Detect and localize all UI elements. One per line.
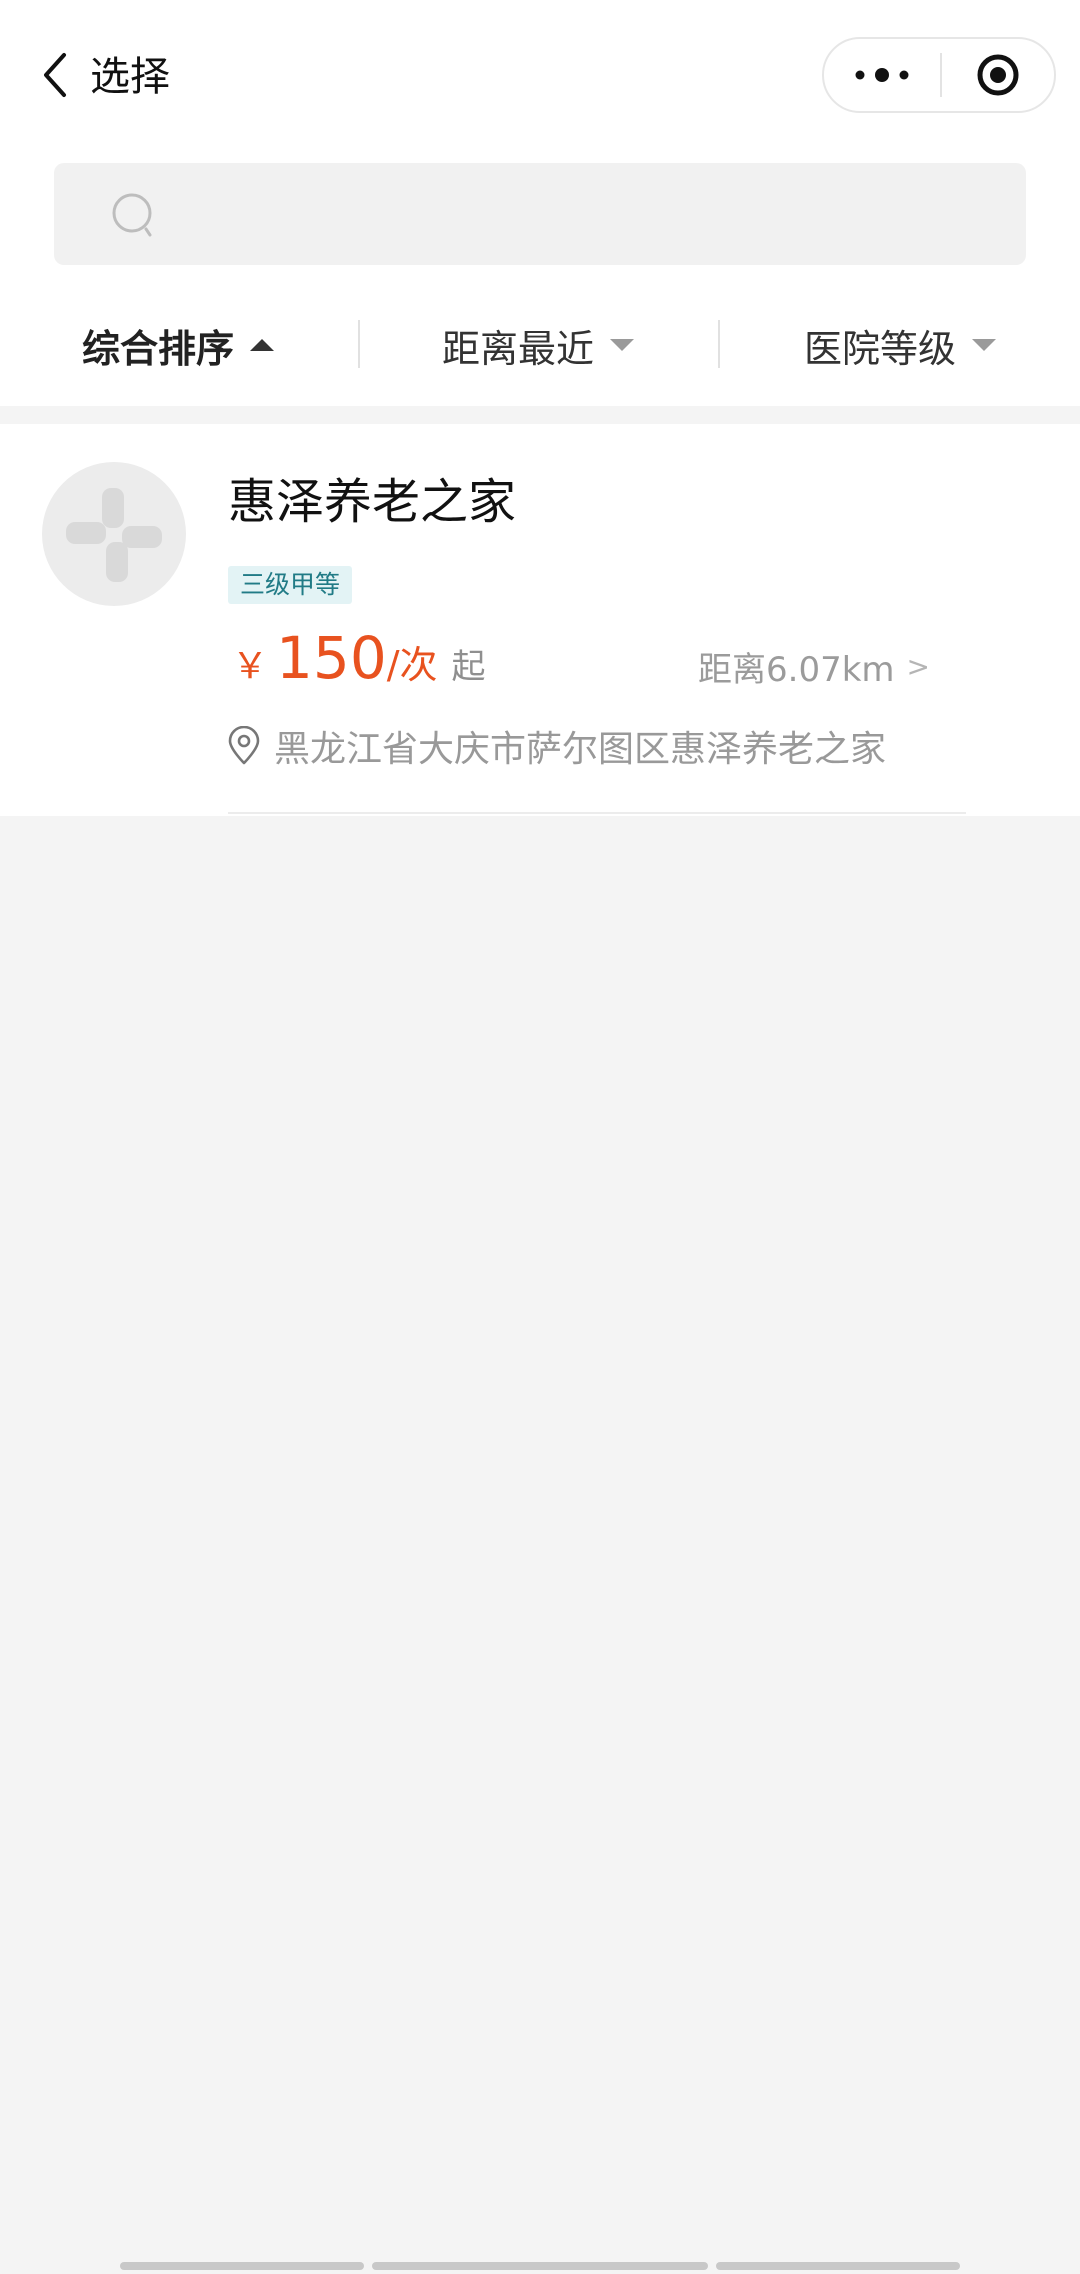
back-button[interactable] [30,40,80,110]
price-value: 150 [276,624,387,692]
filter-sort-comprehensive[interactable]: 综合排序 [82,318,275,372]
price: ￥ 150 /次 起 [232,624,486,704]
search-input[interactable] [184,181,988,249]
filter-label: 综合排序 [82,326,235,371]
indicator-segment [372,2262,708,2270]
search-box[interactable] [54,163,1026,265]
caret-down-icon [972,339,997,351]
card-divider [228,812,966,814]
chevron-left-icon [44,53,66,97]
hospital-cross-icon [66,488,162,582]
chevron-right-icon: > [906,649,930,683]
price-unit: /次 [386,643,438,687]
close-mini-program-button[interactable] [942,39,1054,111]
address-text: 黑龙江省大庆市萨尔图区惠泽养老之家 [274,729,887,770]
filter-divider [718,320,720,368]
filter-label: 距离最近 [442,326,595,371]
more-button[interactable] [824,39,940,111]
page-title: 选择 [90,54,170,100]
target-circle-icon [977,54,1019,96]
filter-label: 医院等级 [804,326,957,371]
distance: 距离6.07km > [698,638,930,694]
search-section [0,152,1080,282]
caret-down-icon [610,339,635,351]
price-suffix: 起 [451,647,486,687]
indicator-segment [716,2262,960,2270]
result-card[interactable]: 惠泽养老之家 三级甲等 ￥ 150 /次 起 距离6.07km > 黑龙江省大庆… [0,424,1080,816]
search-icon [112,193,152,237]
filter-divider [358,320,360,368]
price-currency: ￥ [232,646,269,687]
bottom-scroll-indicator [120,2262,960,2270]
indicator-segment [120,2262,364,2270]
mini-program-capsule [822,37,1056,113]
avatar [42,462,186,606]
caret-up-icon [250,339,275,351]
address: 黑龙江省大庆市萨尔图区惠泽养老之家 [226,718,886,774]
filter-sort-distance[interactable]: 距离最近 [442,318,635,372]
distance-text: 距离6.07km [698,649,895,690]
filter-bar: 综合排序 距离最近 医院等级 [0,282,1080,406]
location-pin-icon [228,726,260,765]
more-dots-icon [855,68,909,82]
hospital-name: 惠泽养老之家 [228,474,517,530]
grade-badge: 三级甲等 [228,566,353,604]
navigation-bar: 选择 [0,0,1080,152]
filter-hospital-level[interactable]: 医院等级 [804,318,997,372]
